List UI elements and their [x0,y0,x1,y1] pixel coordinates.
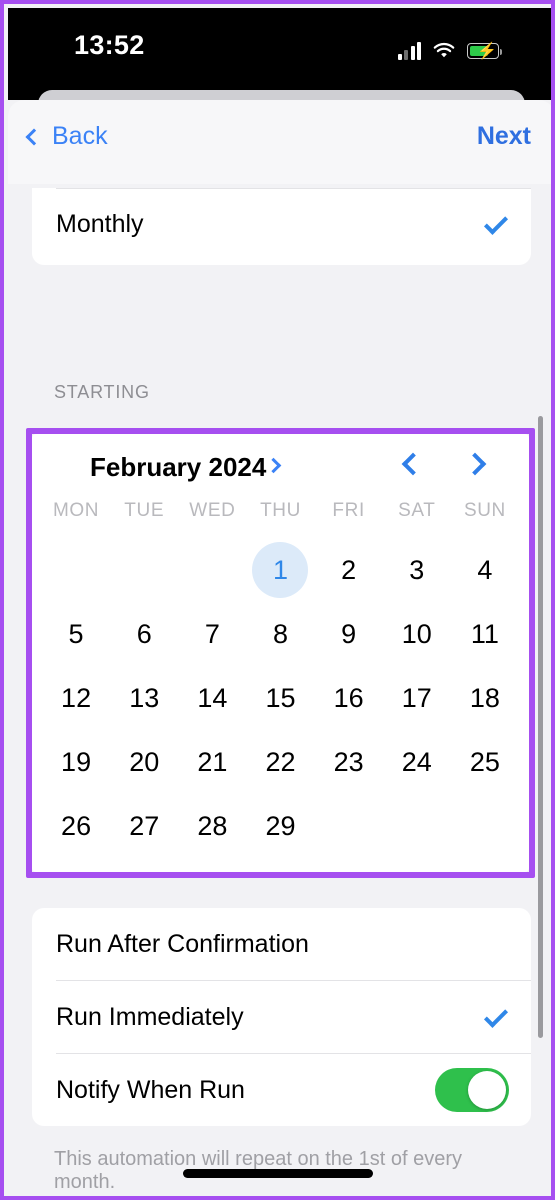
calendar-day-label: 16 [333,682,364,713]
frequency-row-label: Monthly [56,209,144,238]
calendar-day-label: 7 [204,618,220,649]
calendar-day-label: 24 [401,746,432,777]
checkmark-icon [483,210,509,235]
toggle-knob [468,1071,506,1109]
calendar-day-label: 21 [197,746,228,777]
calendar-day-label: 8 [272,618,288,649]
calendar-day-label: 29 [265,810,296,841]
chevron-left-icon [25,128,43,145]
battery-charging-icon: ⚡ [467,43,502,60]
calendar-day-label: 13 [129,682,160,713]
run-option-label: Run Immediately [56,1002,244,1031]
calendar-day-label: 12 [61,682,92,713]
back-button[interactable]: Back [24,122,108,151]
run-option-row-2[interactable]: Notify When Run [32,1054,531,1126]
calendar-day-label: 4 [477,554,493,585]
calendar-day-label: 1 [272,554,288,585]
phone-screenshot: 13:52 ⚡ Back Next Monthly STARTING Febru… [0,0,555,1200]
frequency-row-monthly[interactable]: Monthly [32,188,531,260]
calendar-day-label: 25 [469,746,500,777]
calendar-day-label: 11 [470,618,499,649]
vertical-scrollbar[interactable] [538,416,543,1038]
navigation-bar: Back Next [8,100,551,184]
calendar-day-label: 17 [401,682,432,713]
calendar-day-label: 9 [341,618,357,649]
home-indicator[interactable] [182,1169,373,1178]
calendar-day-label: 14 [197,682,228,713]
automation-sheet: Back Next Monthly STARTING February 2024 [8,100,551,1196]
calendar-day-label: 18 [469,682,500,713]
calendar-day-label: 28 [197,810,228,841]
calendar-day-label: 19 [61,746,92,777]
frequency-card: Monthly [32,188,531,265]
back-button-label: Back [52,122,108,150]
calendar-day-label: 6 [136,618,152,649]
calendar-day-label: 23 [333,746,364,777]
calendar-day-label: 26 [61,810,92,841]
status-bar: 13:52 ⚡ [8,8,551,100]
cellular-signal-icon [397,42,421,60]
run-option-label: Notify When Run [56,1075,245,1104]
starting-section-header: STARTING [54,382,150,402]
calendar-day-label: 22 [265,746,296,777]
calendar-day-label: 20 [129,746,160,777]
calendar-day-label: 2 [341,554,357,585]
run-options-card: Run After Confirmation Run Immediately Not… [32,908,531,1126]
calendar-day-label: 5 [68,618,84,649]
notify-when-run-toggle[interactable] [435,1068,509,1112]
run-option-label: Run After Confirmation [56,929,309,958]
checkmark-icon [483,1003,509,1028]
calendar-day-label: 10 [401,618,432,649]
run-option-row-0[interactable]: Run After Confirmation [32,908,531,980]
status-bar-time: 13:52 [74,30,145,60]
run-option-row-1[interactable]: Run Immediately [32,981,531,1053]
wifi-icon [432,42,456,60]
calendar-day-label: 15 [265,682,296,713]
calendar-day-label: 27 [129,810,160,841]
calendar-day-label: 3 [409,554,425,585]
next-button[interactable]: Next [477,122,531,151]
status-bar-icons: ⚡ [397,38,502,64]
